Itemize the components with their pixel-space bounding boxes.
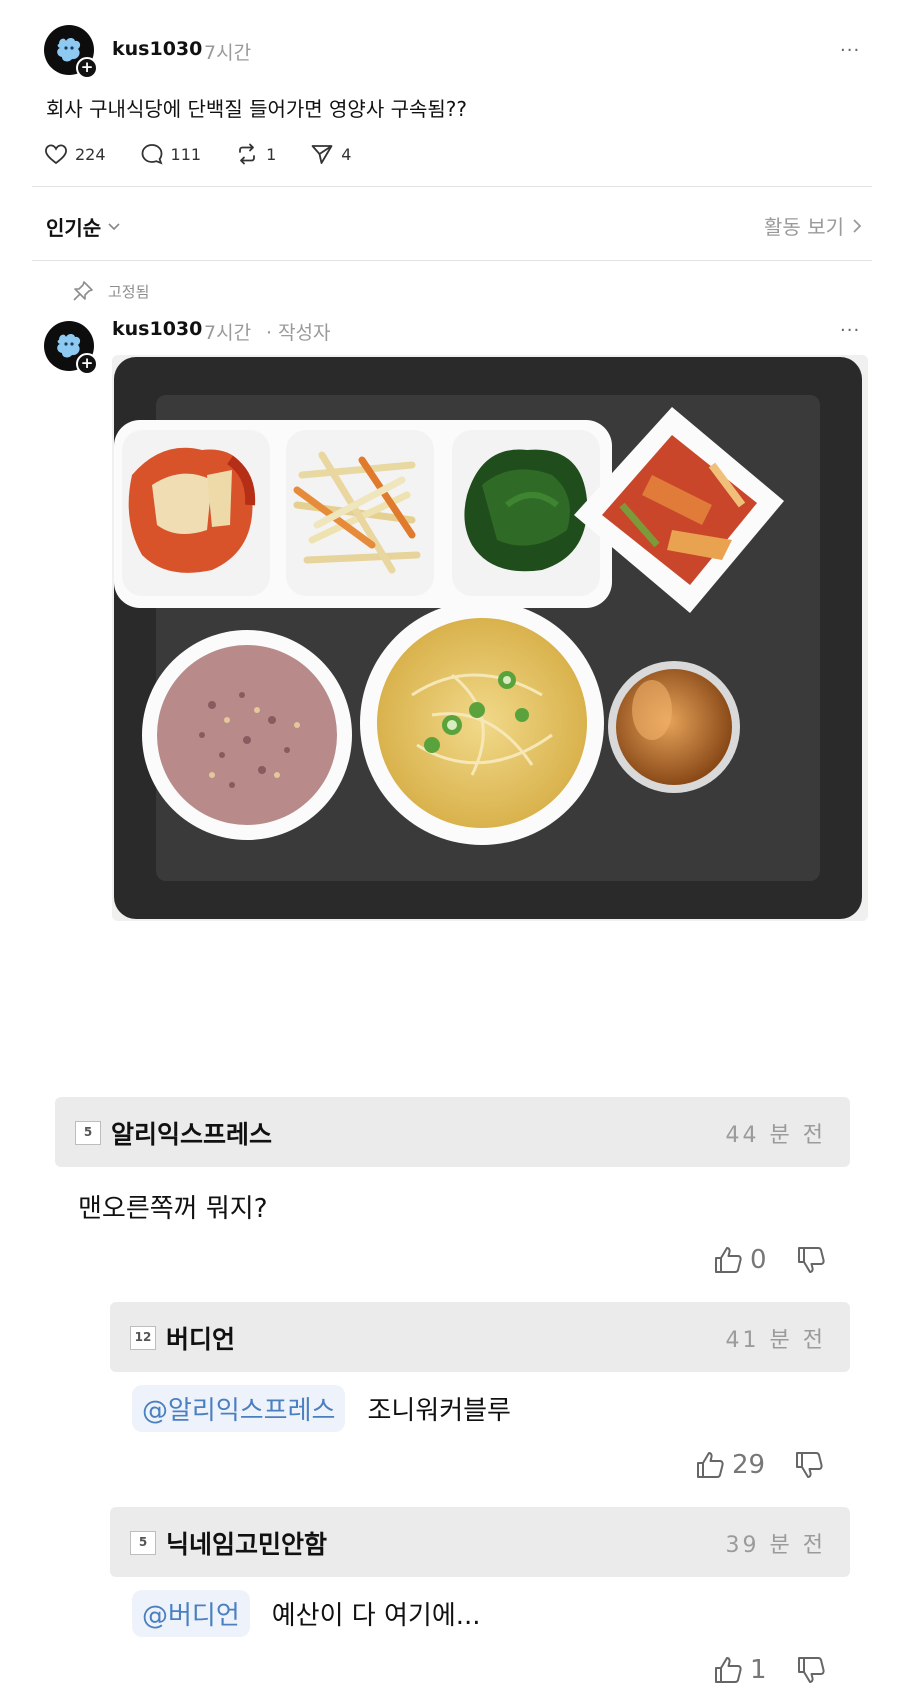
reply-time: 7시간: [204, 322, 252, 344]
comment-icon: [141, 144, 163, 165]
repost-count: 1: [266, 144, 277, 164]
post-photo[interactable]: [112, 355, 868, 921]
comment-author[interactable]: 버디언: [166, 1320, 235, 1356]
vote-bar: 0: [712, 1244, 827, 1276]
reply-more-button[interactable]: ···: [840, 320, 860, 341]
level-badge: 5: [130, 1531, 156, 1555]
vote-bar: 1: [712, 1654, 827, 1686]
follow-plus-icon[interactable]: +: [76, 353, 98, 375]
pinned-indicator: 고정됨: [72, 280, 149, 302]
repost-icon: [239, 143, 255, 165]
comment-author[interactable]: 알리익스프레스: [111, 1115, 272, 1151]
pin-icon: [73, 281, 93, 301]
post-text: 회사 구내식당에 단백질 들어가면 영양사 구속됨??: [46, 97, 468, 121]
comment-header: 5 알리익스프레스 44 분 전: [55, 1097, 850, 1167]
comment-time: 41 분 전: [725, 1328, 826, 1353]
like-count: 1: [750, 1655, 767, 1685]
comment-text: 예산이 다 여기에...: [271, 1601, 481, 1631]
level-badge: 5: [75, 1121, 101, 1145]
heart-icon: [45, 144, 67, 165]
chevron-down-icon: [108, 222, 120, 230]
repost-button[interactable]: 1: [235, 143, 276, 165]
comment-header: 12 버디언 41 분 전: [110, 1302, 850, 1372]
comment-text: 조니워커블루: [367, 1396, 511, 1426]
post-avatar[interactable]: +: [44, 25, 98, 79]
chevron-right-icon: [853, 218, 862, 233]
comment-button[interactable]: 111: [140, 143, 202, 165]
reply-avatar[interactable]: +: [44, 321, 98, 375]
comment-body: 맨오른쪽꺼 뭐지?: [78, 1188, 268, 1225]
share-button[interactable]: 4: [310, 143, 351, 165]
like-count: 0: [750, 1245, 767, 1275]
follow-plus-icon[interactable]: +: [76, 57, 98, 79]
thumbs-up-icon[interactable]: [694, 1449, 726, 1481]
sort-dropdown[interactable]: 인기순: [46, 212, 121, 241]
comment-body: @알리익스프레스 조니워커블루: [132, 1385, 511, 1432]
comment-time: 44 분 전: [725, 1123, 826, 1148]
mention-link[interactable]: @버디언: [132, 1590, 250, 1637]
level-badge: 12: [130, 1326, 156, 1350]
like-button[interactable]: 224: [44, 143, 106, 165]
post-time: 7시간: [204, 42, 252, 64]
comment-header: 5 닉네임고민안함 39 분 전: [110, 1507, 850, 1577]
pinned-label: 고정됨: [108, 282, 150, 301]
thumbs-down-icon[interactable]: [793, 1449, 825, 1481]
mention-link[interactable]: @알리익스프레스: [132, 1385, 346, 1432]
post-username[interactable]: kus1030: [112, 38, 202, 60]
author-tag: · 작성자: [266, 322, 331, 344]
thumbs-up-icon[interactable]: [712, 1654, 744, 1686]
sort-label: 인기순: [46, 216, 102, 240]
activity-link[interactable]: 활동 보기: [764, 211, 862, 240]
like-count: 29: [732, 1450, 766, 1480]
like-count: 224: [75, 144, 106, 164]
thumbs-down-icon[interactable]: [795, 1654, 827, 1686]
thumbs-up-icon[interactable]: [712, 1244, 744, 1276]
food-tray-image: [112, 355, 868, 921]
divider-sort: [32, 260, 872, 261]
divider-top: [32, 186, 872, 187]
thumbs-down-icon[interactable]: [795, 1244, 827, 1276]
comment-text: 맨오른쪽꺼 뭐지?: [78, 1194, 268, 1224]
post-actions: 224 111 1 4: [44, 143, 385, 165]
reply-username[interactable]: kus1030: [112, 318, 202, 340]
comment-time: 39 분 전: [725, 1533, 826, 1558]
post-more-button[interactable]: ···: [840, 40, 860, 61]
comment-count: 111: [170, 144, 202, 164]
share-count: 4: [341, 144, 352, 164]
comment-author[interactable]: 닉네임고민안함: [166, 1525, 327, 1561]
send-icon: [311, 145, 333, 164]
comment-body: @버디언 예산이 다 여기에...: [132, 1590, 481, 1637]
activity-label: 활동 보기: [764, 215, 844, 239]
vote-bar: 29: [694, 1449, 825, 1481]
